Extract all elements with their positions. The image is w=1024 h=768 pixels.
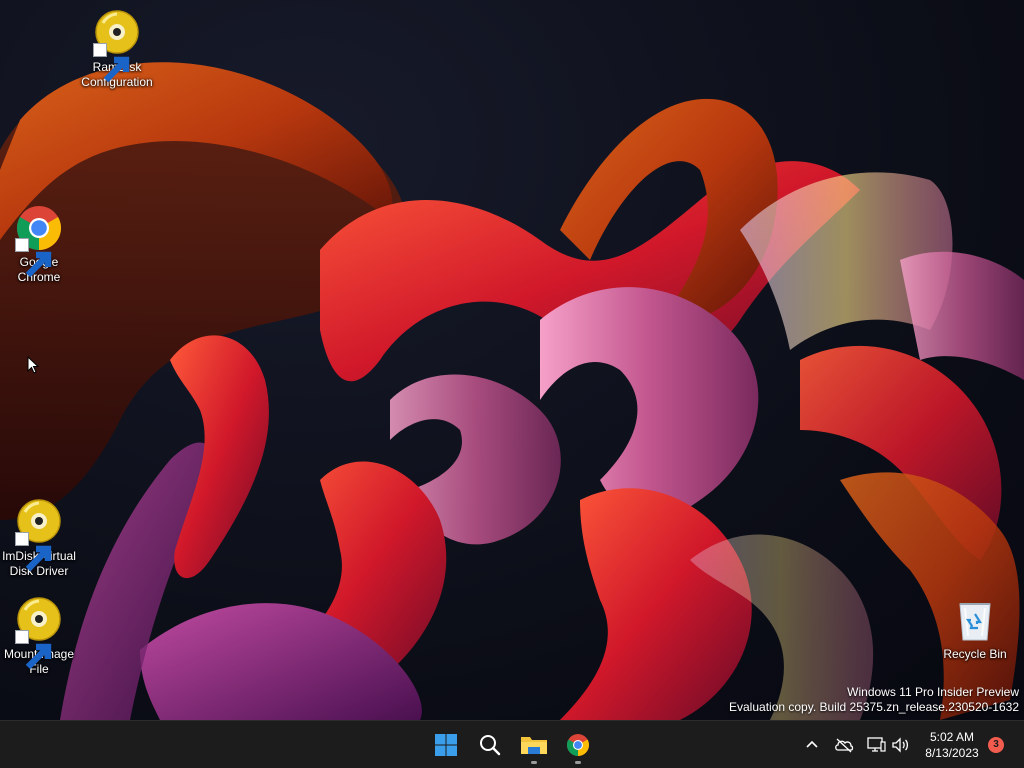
build-watermark: Windows 11 Pro Insider Preview Evaluatio…	[729, 685, 1019, 715]
show-hidden-icons-button[interactable]	[802, 735, 822, 755]
mouse-pointer-icon	[27, 356, 39, 374]
desktop-icon-recycle-bin[interactable]: Recycle Bin	[937, 596, 1013, 662]
desktop[interactable]: RamDisk Configuration Google Chrome ImDi…	[0, 0, 1024, 720]
taskbar: 5:02 AM 8/13/2023 3	[0, 720, 1024, 768]
recycle-bin-icon	[959, 603, 991, 641]
watermark-build: Evaluation copy. Build 25375.zn_release.…	[729, 700, 1019, 714]
volume-tray-button[interactable]	[890, 735, 910, 755]
desktop-icon-google-chrome[interactable]: Google Chrome	[1, 204, 77, 285]
shortcut-arrow-icon	[15, 630, 52, 670]
network-tray-button[interactable]	[866, 735, 886, 755]
shortcut-arrow-icon	[93, 43, 130, 83]
search-icon	[480, 735, 501, 756]
speaker-icon	[892, 737, 909, 753]
desktop-icon-label: Recycle Bin	[943, 647, 1007, 661]
windows-logo-icon	[435, 734, 457, 756]
notification-badge[interactable]: 3	[988, 737, 1004, 753]
desktop-icon-imdisk-virtual-disk-driver[interactable]: ImDisk Virtual Disk Driver	[1, 498, 77, 579]
folder-icon	[521, 737, 547, 754]
running-indicator	[531, 761, 537, 764]
onedrive-tray-button[interactable]	[834, 735, 854, 755]
chevron-up-icon	[806, 740, 818, 748]
search-button[interactable]	[470, 725, 510, 765]
clock-time: 5:02 AM	[929, 730, 975, 744]
wallpaper	[0, 62, 1024, 720]
shortcut-arrow-icon	[15, 238, 52, 278]
network-icon	[867, 737, 886, 752]
file-explorer-button[interactable]	[514, 725, 554, 765]
clock-date: 8/13/2023	[925, 746, 979, 760]
shortcut-arrow-icon	[15, 532, 52, 572]
start-button[interactable]	[426, 725, 466, 765]
desktop-icon-mount-image-file[interactable]: Mount Image File	[1, 596, 77, 677]
onedrive-offline-icon	[835, 738, 854, 753]
chrome-icon	[567, 734, 589, 756]
chrome-taskbar-button[interactable]	[558, 725, 598, 765]
desktop-icon-ramdisk-configuration[interactable]: RamDisk Configuration	[79, 9, 155, 90]
watermark-edition: Windows 11 Pro Insider Preview	[847, 685, 1019, 699]
clock[interactable]: 5:02 AM 8/13/2023	[916, 729, 988, 761]
running-indicator	[575, 761, 581, 764]
